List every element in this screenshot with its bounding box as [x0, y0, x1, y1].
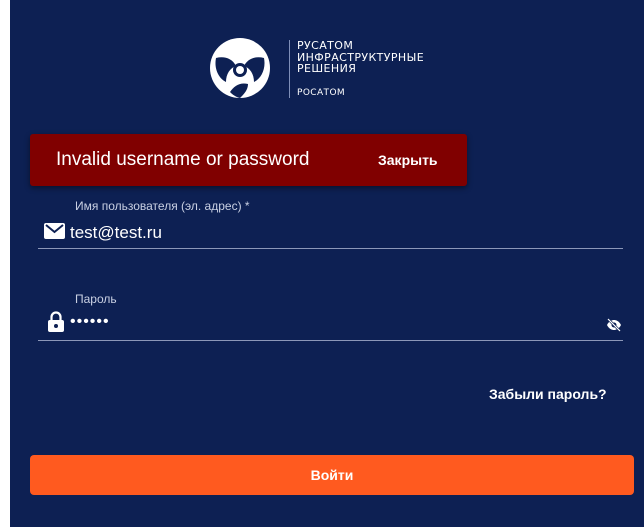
username-label: Имя пользователя (эл. адрес) * — [75, 199, 250, 213]
envelope-icon — [44, 223, 65, 239]
brand-sub: РОСАТОМ — [297, 88, 346, 98]
error-alert: Invalid username or password Закрыть — [30, 134, 467, 186]
brand-line-1: РУСАТОМ — [297, 39, 354, 52]
login-panel — [10, 0, 644, 527]
brand-line-3: РЕШЕНИЯ — [297, 62, 357, 75]
password-label: Пароль — [75, 292, 117, 306]
username-underline — [38, 248, 623, 249]
error-message: Invalid username or password — [56, 149, 310, 170]
password-underline — [38, 340, 623, 341]
login-button[interactable]: Войти — [30, 455, 634, 495]
username-input[interactable]: test@test.ru — [70, 223, 162, 243]
lock-icon — [48, 311, 64, 332]
close-alert-button[interactable]: Закрыть — [378, 152, 438, 168]
rosatom-logo-icon — [210, 38, 270, 98]
eye-off-icon[interactable] — [606, 318, 622, 332]
brand-name: РУСАТОМ ИНФРАСТРУКТУРНЫЕ РЕШЕНИЯ — [297, 40, 424, 75]
password-input[interactable]: •••••• — [70, 313, 110, 331]
forgot-password-link[interactable]: Забыли пароль? — [489, 386, 607, 402]
logo-divider — [289, 40, 290, 98]
